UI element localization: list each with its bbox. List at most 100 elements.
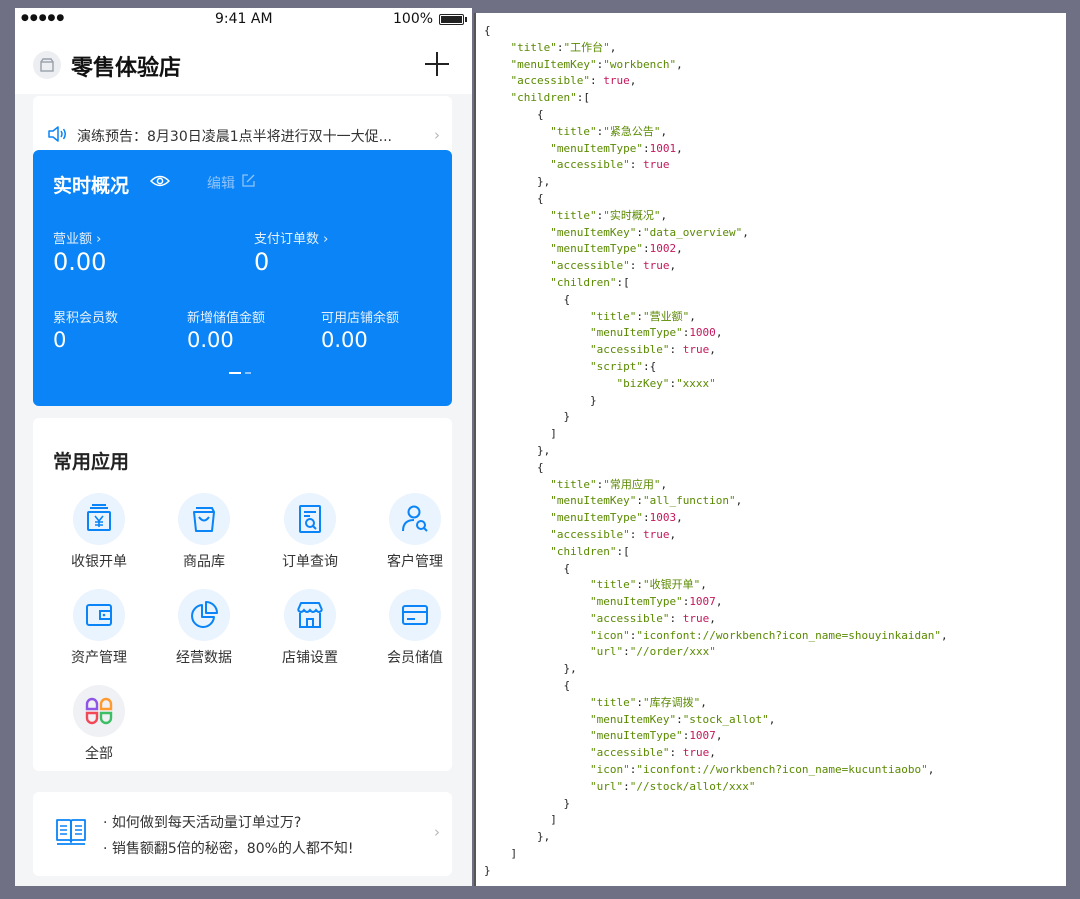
app-assets[interactable]: 资产管理 [59,589,139,669]
chevron-right-icon: › [434,823,440,841]
app-icon-bg [73,589,125,641]
store-icon [40,58,54,72]
metric-value-stored-value: 0.00 [187,328,234,352]
metric-label-revenue[interactable]: 营业额 › [53,228,101,247]
code-line: { [536,460,544,474]
code-line: "title":"营业额", [589,309,696,323]
app-label: 收银开单 [71,554,127,570]
code-line: { [536,191,544,205]
apps-title: 常用应用 [53,451,130,473]
apps-card: 常用应用 收银开单 商品库 订单查询 客户管理 资产管理 经营数据 店铺设置 会… [33,418,452,771]
metric-label-stored-value: 新增储值金额 [187,311,266,326]
code-line: } [484,863,491,877]
code-line: }, [536,175,551,189]
app-icon-bg [73,685,125,737]
code-line: "url":"//stock/allot/xxx" [589,779,756,793]
code-line: ] [550,813,557,827]
app-icon-bg [284,493,336,545]
code-line: "bizKey":"xxxx" [616,376,716,390]
battery-cap [465,17,467,22]
app-label: 全部 [85,746,113,762]
code-line: "menuItemKey":"data_overview", [550,225,749,239]
app-order-search[interactable]: 订单查询 [270,493,350,573]
page-dot [245,372,251,374]
all-apps-icon [85,697,113,725]
code-line: ] [550,427,557,441]
edit-button[interactable]: 编辑 [207,173,235,193]
code-line: "accessible": true, [589,746,716,760]
app-icon-bg [178,493,230,545]
eye-icon[interactable] [150,174,170,188]
code-line: "accessible": true, [550,527,677,541]
code-line: "children":[ [550,544,630,558]
customer-search-icon [402,505,428,532]
code-line: "icon":"iconfont://workbench?icon_name=k… [589,763,935,777]
metric-value-balance: 0.00 [321,328,368,352]
code-line: } [563,410,571,424]
code-line: { [563,679,571,693]
code-line: }, [536,830,551,844]
nav-bar: 零售体验店 [15,32,472,94]
app-store-settings[interactable]: 店铺设置 [270,589,350,669]
store-icon [297,602,323,628]
app-business-data[interactable]: 经营数据 [164,589,244,669]
app-customers[interactable]: 客户管理 [375,493,455,573]
app-icon-bg [389,493,441,545]
tip-item[interactable]: · 销售额翻5倍的秘密，80%的人都不知! [103,838,354,858]
page-title: 零售体验店 [71,56,182,81]
metric-label-orders[interactable]: 支付订单数 › [254,228,328,247]
code-line: { [563,292,571,306]
order-search-icon [299,505,321,533]
store-avatar[interactable] [33,51,61,79]
app-icon-bg [284,589,336,641]
code-line: "accessible": true, [589,611,716,625]
code-line: "menuItemType":1003, [550,511,683,525]
status-bar: ●●●●● 9:41 AM 100% [15,8,472,32]
notice-bar[interactable]: 演练预告：8月30日凌晨1点半将进行双十一大促... › [33,96,452,158]
app-label: 资产管理 [71,650,127,666]
metric-label-balance: 可用店铺余额 [321,311,400,326]
edit-icon[interactable] [242,174,255,187]
battery-percent: 100% [393,11,434,27]
code-line: "menuItemType":1001, [550,141,683,155]
metric-value-members: 0 [53,328,67,352]
code-line: "title":"常用应用", [550,477,668,491]
app-label: 会员储值 [387,650,443,666]
app-all[interactable]: 全部 [59,685,139,765]
code-line: "accessible": true, [550,259,677,273]
app-label: 订单查询 [282,554,338,570]
code-line: "title":"工作台", [510,40,617,54]
code-line: "menuItemType":1007, [589,729,723,743]
app-label: 商品库 [183,554,225,570]
code-line: "children":[ [510,91,590,105]
code-line: "menuItemType":1000, [589,326,723,340]
json-code-panel: { "title":"工作台", "menuItemKey":"workbenc… [474,13,1066,886]
book-icon [56,819,86,845]
app-icon-bg [73,493,125,545]
overview-title: 实时概况 [53,175,130,197]
code-line: } [589,393,597,407]
app-cashier[interactable]: 收银开单 [59,493,139,573]
code-line: } [563,796,571,810]
metric-value-orders: 0 [254,248,270,276]
plus-icon[interactable] [425,52,449,76]
code-line: "menuItemKey":"all_function", [550,494,743,508]
app-label: 经营数据 [176,650,232,666]
app-products[interactable]: 商品库 [164,493,244,573]
status-time: 9:41 AM [215,11,273,27]
card-icon [402,605,428,625]
code-line: { [536,107,544,121]
app-member-stored-value[interactable]: 会员储值 [375,589,455,669]
code-line: ] [510,847,518,861]
code-line: "title":"库存调拨", [589,695,707,709]
code-line: "accessible": true, [589,343,716,357]
json-code-block: { "title":"工作台", "menuItemKey":"workbenc… [484,23,948,880]
overview-card: 实时概况 编辑 营业额 › 0.00 支付订单数 › 0 累积会员数 0 新增储… [33,150,452,406]
tips-card[interactable]: · 如何做到每天活动量订单过万? · 销售额翻5倍的秘密，80%的人都不知! › [33,792,452,876]
app-icon-bg [389,589,441,641]
app-label: 客户管理 [387,554,443,570]
pie-chart-icon [191,601,218,628]
code-line: { [563,561,571,575]
tip-item[interactable]: · 如何做到每天活动量订单过万? [103,812,301,832]
page-dot-active [229,372,241,374]
